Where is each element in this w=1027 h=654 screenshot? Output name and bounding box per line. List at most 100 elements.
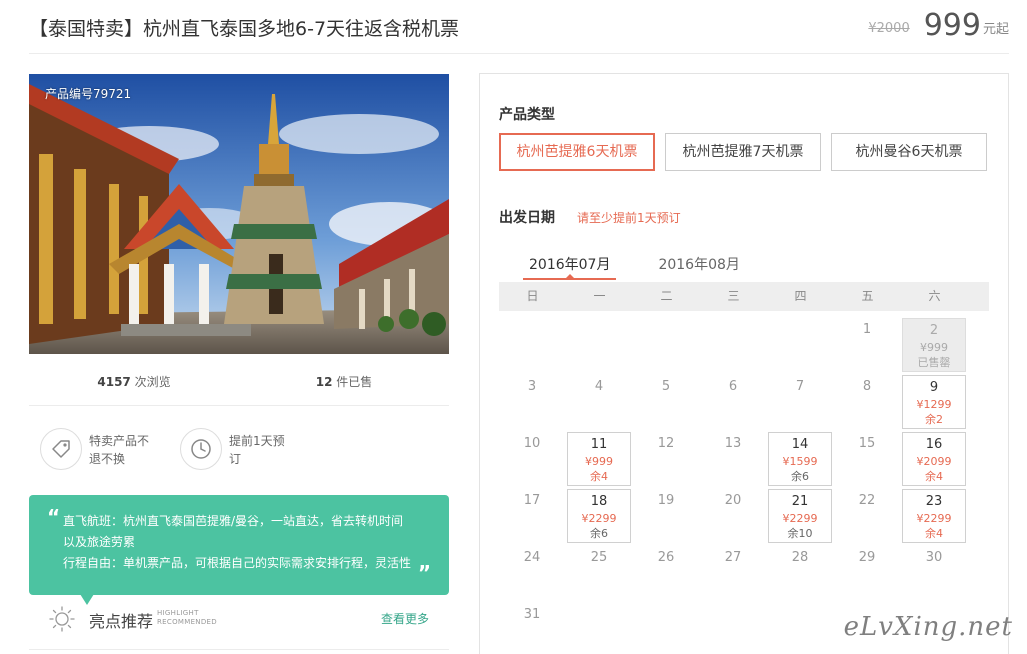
calendar-day: 2 ¥999 已售罄 <box>902 318 966 372</box>
day-number: 8 <box>862 379 872 394</box>
product-stats: 4157 次浏览 12 件已售 <box>29 362 449 406</box>
weekday-label: 日 <box>526 289 539 303</box>
day-number: 29 <box>858 550 876 565</box>
calendar-day[interactable]: 11 ¥999 余4 <box>567 432 631 486</box>
day-number: 10 <box>523 436 541 451</box>
price-unit: 元起 <box>982 22 1009 37</box>
feature-text: 提前1天预订 <box>229 434 285 466</box>
highlight-subtitle-line: RECOMMENDED <box>157 618 217 626</box>
day-number: 31 <box>523 607 541 622</box>
type-option-pattaya-7day[interactable]: 杭州芭提雅7天机票 <box>665 133 821 171</box>
day-number: 28 <box>791 550 809 565</box>
views-count: 4157 <box>97 375 131 389</box>
highlight-section: 亮点推荐 HIGHLIGHT RECOMMENDED 查看更多 <box>29 600 449 650</box>
day-number: 21 <box>791 494 809 509</box>
product-photo: 产品编号79721 <box>29 74 449 354</box>
day-number: 4 <box>594 379 604 394</box>
weekday-label: 六 <box>928 289 941 303</box>
booking-notice: 请至少提前1天预订 <box>577 211 681 225</box>
calendar-day: 8 <box>835 375 899 429</box>
day-price: ¥2299 <box>782 512 818 525</box>
weekday-label: 一 <box>593 289 606 303</box>
day-price: ¥2299 <box>916 512 952 525</box>
sun-icon <box>49 606 75 632</box>
sold-label: 件已售 <box>336 375 373 389</box>
calendar-day: 30 <box>902 546 966 600</box>
calendar-day[interactable]: 23 ¥2299 余4 <box>902 489 966 543</box>
calendar-day[interactable]: 9 ¥1299 余2 <box>902 375 966 429</box>
day-number: 11 <box>590 437 608 452</box>
day-number: 26 <box>657 550 675 565</box>
departure-date-label: 出发日期 <box>499 210 555 226</box>
calendar-day: 15 <box>835 432 899 486</box>
day-remaining: 余4 <box>925 527 943 540</box>
quote-line: 直飞航班：杭州直飞泰国芭提雅/曼谷，一站直达，省去转机时间 <box>63 514 404 528</box>
calendar-day[interactable]: 21 ¥2299 余10 <box>768 489 832 543</box>
view-more-link[interactable]: 查看更多 <box>381 610 429 627</box>
day-price: ¥1299 <box>916 398 952 411</box>
day-remaining: 余4 <box>925 470 943 483</box>
calendar-day: 28 <box>768 546 832 600</box>
feature-no-refund: 特卖产品不退不换 <box>40 428 154 470</box>
calendar-day: 25 <box>567 546 631 600</box>
calendar-day: 22 <box>835 489 899 543</box>
day-remaining: 已售罄 <box>917 356 951 369</box>
calendar-day[interactable]: 18 ¥2299 余6 <box>567 489 631 543</box>
sold-stat: 12 件已售 <box>239 362 449 405</box>
calendar-day: 6 <box>701 375 765 429</box>
highlight-title: 亮点推荐 <box>89 612 154 631</box>
day-number: 16 <box>925 437 943 452</box>
day-price: ¥2099 <box>916 455 952 468</box>
tab-month-july[interactable]: 2016年07月 <box>522 254 617 280</box>
day-number: 17 <box>523 493 541 508</box>
day-number: 25 <box>590 550 608 565</box>
weekday-header: 日 一 二 三 四 五 六 <box>499 282 989 311</box>
temple-illustration <box>29 74 449 354</box>
product-type-label: 产品类型 <box>499 107 555 123</box>
calendar-day: 7 <box>768 375 832 429</box>
calendar-day: 31 <box>500 603 564 654</box>
day-number: 5 <box>661 379 671 394</box>
calendar-day[interactable]: 14 ¥1599 余6 <box>768 432 832 486</box>
calendar-day: 4 <box>567 375 631 429</box>
clock-icon <box>180 428 222 470</box>
day-remaining: 余6 <box>590 527 608 540</box>
tag-icon <box>40 428 82 470</box>
day-remaining: 余4 <box>590 470 608 483</box>
day-number: 27 <box>724 550 742 565</box>
day-number: 20 <box>724 493 742 508</box>
quote-line: 以及旅途劳累 <box>63 535 136 549</box>
day-number: 15 <box>858 436 876 451</box>
day-number: 13 <box>724 436 742 451</box>
type-option-bangkok-6day[interactable]: 杭州曼谷6天机票 <box>831 133 987 171</box>
day-price: ¥1599 <box>782 455 818 468</box>
tab-month-august[interactable]: 2016年08月 <box>654 254 743 280</box>
calendar-day: 20 <box>701 489 765 543</box>
type-option-pattaya-6day[interactable]: 杭州芭提雅6天机票 <box>499 133 655 171</box>
day-number: 3 <box>527 379 537 394</box>
day-number: 14 <box>791 437 809 452</box>
calendar-day: 19 <box>634 489 698 543</box>
calendar-day: 17 <box>500 489 564 543</box>
day-number: 12 <box>657 436 675 451</box>
calendar-day[interactable]: 16 ¥2099 余4 <box>902 432 966 486</box>
feature-text: 特卖产品不退不换 <box>89 434 150 466</box>
day-remaining: 余10 <box>787 527 813 540</box>
calendar-day: 3 <box>500 375 564 429</box>
original-price: ¥2000 <box>868 21 910 36</box>
day-number: 2 <box>929 323 939 338</box>
day-number: 9 <box>929 380 939 395</box>
calendar-day: 13 <box>701 432 765 486</box>
highlight-subtitle: HIGHLIGHT RECOMMENDED <box>157 609 217 627</box>
calendar-day: 12 <box>634 432 698 486</box>
calendar-day: 27 <box>701 546 765 600</box>
weekday-label: 五 <box>861 289 874 303</box>
day-price: ¥2299 <box>581 512 617 525</box>
calendar-day: 29 <box>835 546 899 600</box>
weekday-label: 四 <box>794 289 807 303</box>
day-number: 30 <box>925 550 943 565</box>
views-stat: 4157 次浏览 <box>29 362 239 405</box>
day-number: 6 <box>728 379 738 394</box>
weekday-label: 二 <box>660 289 673 303</box>
highlight-subtitle-line: HIGHLIGHT <box>157 609 199 617</box>
